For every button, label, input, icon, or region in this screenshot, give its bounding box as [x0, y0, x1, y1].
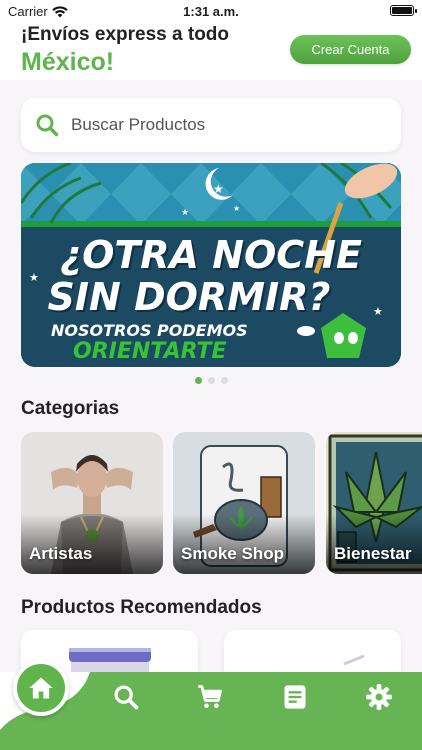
banner-cta-text: ORIENTARTE: [73, 339, 227, 364]
banner-headline-2: SIN DORMIR?: [47, 275, 331, 319]
shipping-headline: ¡Envíos express a todo: [21, 24, 230, 45]
home-icon: [29, 677, 53, 699]
search-input[interactable]: [71, 115, 371, 135]
recommended-products-title: Productos Recomendados: [21, 597, 262, 618]
promo-banner[interactable]: ★ ★ ★ ★ ★ ¿OTRA NOCHE SIN DORMIR? NOSOTR…: [21, 163, 401, 367]
svg-text:★: ★: [181, 208, 189, 218]
shipping-country: México!: [21, 48, 115, 76]
category-card-artistas[interactable]: Artistas: [21, 432, 163, 574]
cart-icon[interactable]: [196, 683, 224, 711]
search-bar[interactable]: [21, 98, 401, 152]
banner-subheadline: NOSOTROS PODEMOS: [51, 321, 248, 340]
category-label: Artistas: [29, 544, 93, 563]
search-icon: [36, 114, 59, 137]
app-header: ¡Envíos express a todo México! Crear Cue…: [0, 22, 422, 80]
document-icon[interactable]: [281, 683, 309, 711]
category-label: Bienestar: [334, 544, 412, 563]
search-icon[interactable]: [112, 683, 140, 711]
nav-home-button[interactable]: [13, 660, 69, 716]
categories-title: Categorias: [21, 398, 120, 419]
banner-headline-1: ¿OTRA NOCHE: [60, 233, 362, 277]
category-card-smoke-shop[interactable]: Smoke Shop: [173, 432, 315, 574]
carousel-dot[interactable]: [207, 377, 215, 384]
clock: 1:31 a.m.: [183, 4, 239, 19]
gear-icon[interactable]: [365, 683, 393, 711]
battery-icon: [390, 5, 417, 16]
carousel-dot[interactable]: [194, 377, 202, 384]
status-bar: Carrier 1:31 a.m.: [0, 0, 422, 22]
category-label: Smoke Shop: [181, 544, 284, 563]
svg-text:★: ★: [213, 182, 224, 196]
svg-text:★: ★: [233, 204, 240, 213]
category-card-bienestar[interactable]: Bienestar: [326, 432, 422, 574]
carousel-indicator: [0, 377, 422, 384]
carousel-dot[interactable]: [220, 377, 228, 384]
create-account-button[interactable]: Crear Cuenta: [290, 35, 411, 64]
